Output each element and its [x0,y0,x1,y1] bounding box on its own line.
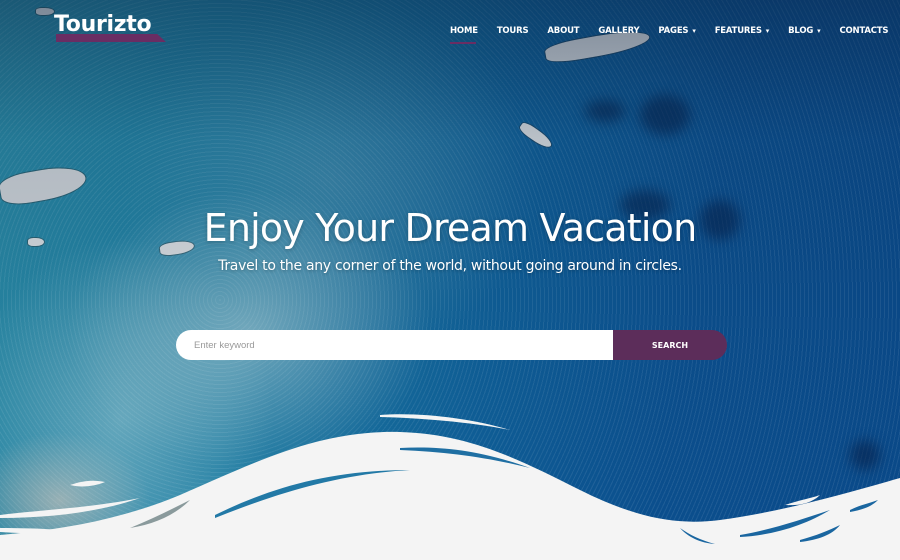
nav-label: BLOG [788,26,814,36]
nav-label: TOURS [496,26,529,36]
nav-item-contacts[interactable]: CONTACTS [839,26,888,36]
chevron-down-icon: ▾ [817,27,821,35]
nav-item-gallery[interactable]: GALLERY [598,26,639,36]
nav-item-pages[interactable]: PAGES ▾ [658,26,695,36]
chevron-down-icon: ▾ [692,27,696,35]
chevron-down-icon: ▾ [765,27,770,35]
nav-label: PAGES [658,26,689,36]
nav-item-about[interactable]: ABOUT [547,26,579,36]
nav-label: FEATURES [714,26,762,36]
hero-title: Enjoy Your Dream Vacation [203,206,698,250]
logo[interactable]: Tourizto [54,12,166,42]
wave-stroke [70,480,105,487]
search-input[interactable] [176,330,613,360]
search-form: SEARCH [176,330,727,360]
hero-subtitle: Travel to the any corner of the world, w… [218,258,682,274]
nav-item-home[interactable]: HOME [450,26,478,44]
logo-text: Tourizto [54,12,152,37]
nav-item-blog[interactable]: BLOG ▾ [788,26,821,36]
nav-label: CONTACTS [839,26,889,36]
site-header: Tourizto HOME TOURS ABOUT GALLERY PAGES ▾… [0,0,900,60]
search-button[interactable]: SEARCH [613,330,727,360]
wave-stroke [0,498,140,518]
nav-label: ABOUT [547,26,580,36]
nav-item-features[interactable]: FEATURES ▾ [714,26,770,36]
nav-item-tours[interactable]: TOURS [497,26,529,36]
nav-label: HOME [450,26,478,36]
wave-divider [0,414,900,560]
nav-label: GALLERY [598,26,640,36]
main-nav: HOME TOURS ABOUT GALLERY PAGES ▾ FEATURES… [450,26,900,44]
wave-stroke [380,414,510,430]
